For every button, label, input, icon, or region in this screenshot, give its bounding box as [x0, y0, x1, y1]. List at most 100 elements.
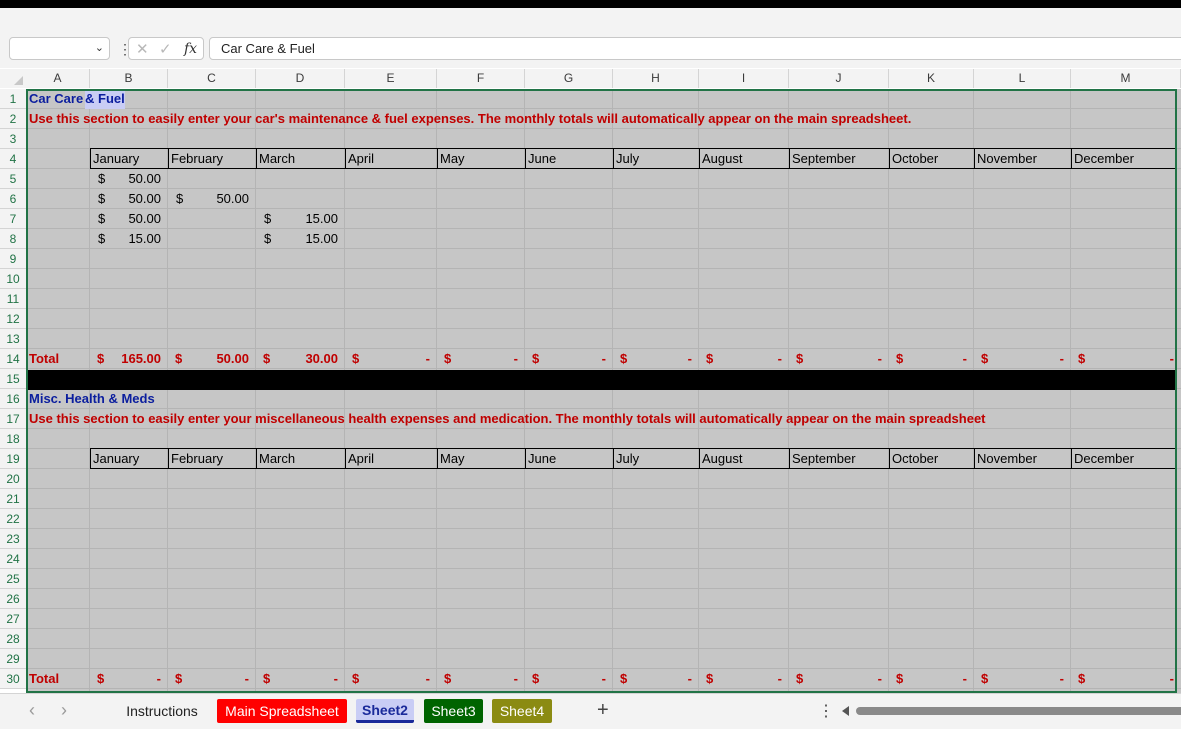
section1-total-amount[interactable]: -	[699, 349, 782, 369]
column-header-a[interactable]: A	[26, 69, 90, 88]
section2-month-june[interactable]: June	[525, 449, 613, 469]
entry-amount[interactable]: 15.00	[256, 229, 338, 249]
section2-total-amount[interactable]: -	[699, 669, 782, 689]
row-header-28[interactable]: 28	[0, 629, 26, 649]
section2-total-amount[interactable]: -	[525, 669, 606, 689]
section1-total-amount[interactable]: -	[613, 349, 692, 369]
row-header-2[interactable]: 2	[0, 109, 26, 129]
section2-title[interactable]: Misc. Health & Meds	[29, 389, 155, 409]
section2-total-amount[interactable]: -	[437, 669, 518, 689]
row-header-25[interactable]: 25	[0, 569, 26, 589]
section1-month-january[interactable]: January	[90, 149, 168, 169]
sheet-tab-sheet2[interactable]: Sheet2	[356, 699, 414, 723]
section2-month-december[interactable]: December	[1071, 449, 1181, 469]
section2-month-november[interactable]: November	[974, 449, 1071, 469]
section1-month-november[interactable]: November	[974, 149, 1071, 169]
row-header-7[interactable]: 7	[0, 209, 26, 229]
enter-check-icon[interactable]: ✓	[159, 40, 172, 58]
section2-total-amount[interactable]: -	[789, 669, 882, 689]
section1-title-rest[interactable]: & Fuel	[85, 89, 125, 109]
horizontal-scrollbar[interactable]	[842, 705, 1181, 717]
section2-total-amount[interactable]: -	[256, 669, 338, 689]
row-header-12[interactable]: 12	[0, 309, 26, 329]
row-header-23[interactable]: 23	[0, 529, 26, 549]
entry-amount[interactable]: 15.00	[256, 209, 338, 229]
section1-total-label[interactable]: Total	[29, 349, 59, 369]
row-header-30[interactable]: 30	[0, 669, 26, 689]
scroll-options-icon[interactable]: ⋮	[818, 701, 834, 721]
name-box[interactable]: ⌄	[9, 37, 110, 60]
sheet-tab-main-spreadsheet[interactable]: Main Spreadsheet	[217, 699, 347, 723]
row-header-29[interactable]: 29	[0, 649, 26, 669]
entry-amount[interactable]: 50.00	[168, 189, 249, 209]
section1-total-amount[interactable]: 30.00	[256, 349, 338, 369]
column-header-g[interactable]: G	[525, 69, 613, 88]
section1-month-march[interactable]: March	[256, 149, 345, 169]
row-header-10[interactable]: 10	[0, 269, 26, 289]
row-header-9[interactable]: 9	[0, 249, 26, 269]
column-header-k[interactable]: K	[889, 69, 974, 88]
section2-month-august[interactable]: August	[699, 449, 789, 469]
entry-amount[interactable]: 15.00	[90, 229, 161, 249]
sheet-tab-sheet4[interactable]: Sheet4	[492, 699, 552, 723]
row-header-6[interactable]: 6	[0, 189, 26, 209]
entry-amount[interactable]: 50.00	[90, 209, 161, 229]
insert-function-icon[interactable]: fx	[184, 41, 197, 57]
row-header-17[interactable]: 17	[0, 409, 26, 429]
section1-total-amount[interactable]: -	[889, 349, 967, 369]
section2-month-may[interactable]: May	[437, 449, 525, 469]
row-header-22[interactable]: 22	[0, 509, 26, 529]
row-header-15[interactable]: 15	[0, 369, 26, 389]
section2-month-april[interactable]: April	[345, 449, 437, 469]
section2-month-february[interactable]: February	[168, 449, 256, 469]
row-header-18[interactable]: 18	[0, 429, 26, 449]
row-header-8[interactable]: 8	[0, 229, 26, 249]
section1-month-december[interactable]: December	[1071, 149, 1181, 169]
section1-month-april[interactable]: April	[345, 149, 437, 169]
section1-total-amount[interactable]: -	[525, 349, 606, 369]
row-header-5[interactable]: 5	[0, 169, 26, 189]
section2-month-january[interactable]: January	[90, 449, 168, 469]
entry-amount[interactable]: 50.00	[90, 169, 161, 189]
chevron-left-icon[interactable]: ‹	[29, 700, 35, 721]
formula-input[interactable]: Car Care & Fuel	[209, 37, 1181, 60]
section1-total-amount[interactable]: 165.00	[90, 349, 161, 369]
section2-total-amount[interactable]: -	[168, 669, 249, 689]
scrollbar-thumb[interactable]	[856, 707, 1181, 715]
section2-total-amount[interactable]: -	[1071, 669, 1174, 689]
row-header-27[interactable]: 27	[0, 609, 26, 629]
column-header-b[interactable]: B	[90, 69, 168, 88]
entry-amount[interactable]: 50.00	[90, 189, 161, 209]
worksheet-grid[interactable]	[26, 89, 1181, 693]
section2-total-amount[interactable]: -	[889, 669, 967, 689]
row-header-16[interactable]: 16	[0, 389, 26, 409]
scroll-left-icon[interactable]	[842, 706, 849, 716]
row-header-14[interactable]: 14	[0, 349, 26, 369]
sheet-tab-sheet3[interactable]: Sheet3	[424, 699, 483, 723]
section1-total-amount[interactable]: -	[345, 349, 430, 369]
row-header-21[interactable]: 21	[0, 489, 26, 509]
section1-total-amount[interactable]: -	[789, 349, 882, 369]
section1-month-june[interactable]: June	[525, 149, 613, 169]
column-header-c[interactable]: C	[168, 69, 256, 88]
row-header-13[interactable]: 13	[0, 329, 26, 349]
section1-total-amount[interactable]: -	[437, 349, 518, 369]
add-sheet-button[interactable]: +	[597, 699, 609, 722]
row-header-1[interactable]: 1	[0, 89, 26, 109]
section1-description[interactable]: Use this section to easily enter your ca…	[29, 109, 911, 129]
row-header-26[interactable]: 26	[0, 589, 26, 609]
column-header-d[interactable]: D	[256, 69, 345, 88]
row-header-24[interactable]: 24	[0, 549, 26, 569]
section1-month-july[interactable]: July	[613, 149, 699, 169]
section1-month-august[interactable]: August	[699, 149, 789, 169]
section1-total-amount[interactable]: -	[974, 349, 1064, 369]
chevron-down-icon[interactable]: ⌄	[95, 41, 104, 54]
section2-month-october[interactable]: October	[889, 449, 974, 469]
section2-month-july[interactable]: July	[613, 449, 699, 469]
section1-title[interactable]: Car Care	[29, 89, 83, 109]
row-header-4[interactable]: 4	[0, 149, 26, 169]
column-header-h[interactable]: H	[613, 69, 699, 88]
column-header-e[interactable]: E	[345, 69, 437, 88]
section1-month-may[interactable]: May	[437, 149, 525, 169]
section2-total-amount[interactable]: -	[613, 669, 692, 689]
